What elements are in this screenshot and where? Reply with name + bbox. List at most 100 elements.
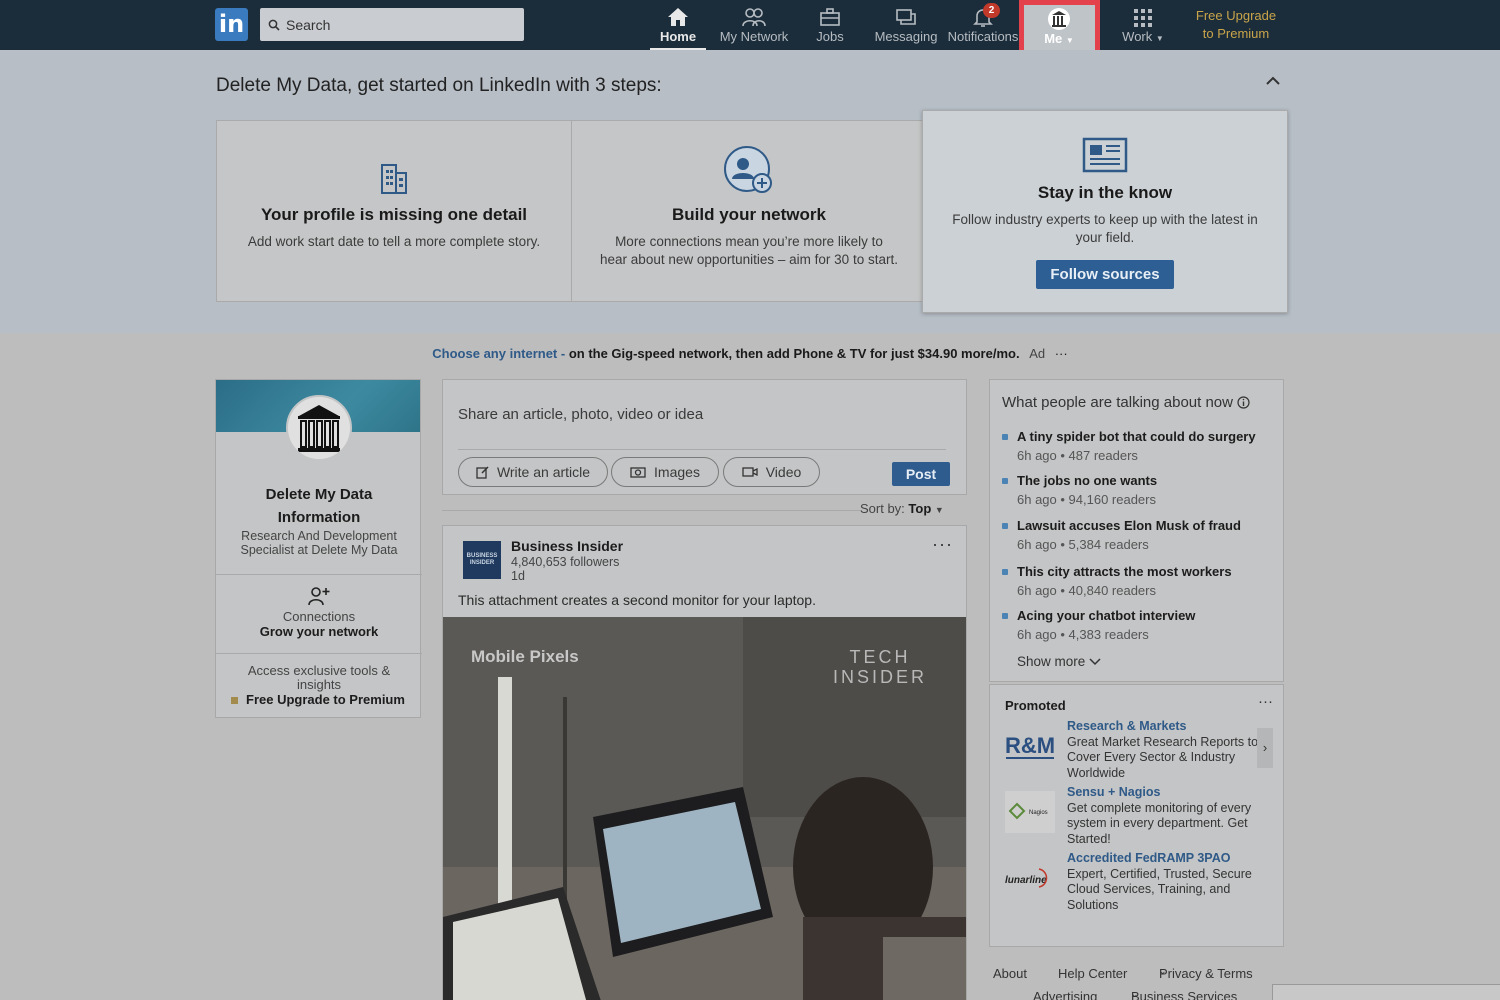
promoted-item[interactable]: Accredited FedRAMP 3PAO Expert, Certifie… [1067,851,1262,913]
newspaper-icon [1082,137,1128,173]
nav-home[interactable]: Home [650,0,706,50]
nagios-logo[interactable]: Nagios [1005,791,1055,833]
footer-about[interactable]: About [993,966,1027,981]
card-profile-title: Your profile is missing one detail [260,205,528,224]
bullet-icon [1002,523,1008,529]
profile-avatar[interactable] [286,395,352,461]
card-stay-in-know[interactable]: Stay in the know Follow industry experts… [922,110,1288,313]
nav-work-label-wrap: Work ▼ [1118,29,1168,44]
trending-item[interactable]: This city attracts the most workers 6h a… [1017,564,1232,598]
video-button[interactable]: Video [723,457,820,487]
research-markets-logo[interactable]: R&M [1005,727,1055,769]
free-upgrade-premium-link[interactable]: Free Upgrade to Premium [1188,7,1284,43]
post-video[interactable]: Mobile Pixels TECH INSIDER [443,617,966,1000]
trending-item-meta: 6h ago • 4,383 readers [1017,627,1149,642]
rm-logo-image: R&M [1005,733,1055,759]
promoted-item-name[interactable]: Sensu + Nagios [1067,785,1262,801]
nav-me-label: Me [1044,31,1063,46]
trending-title: What people are talking about now [1002,394,1250,411]
nav-notifications-label: Notifications [947,29,1019,44]
nav-messaging[interactable]: Messaging [870,0,942,50]
promoted-panel: Promoted ··· R&M Research & Markets Grea… [989,684,1284,947]
nav-jobs-label: Jobs [816,29,844,44]
trending-panel: What people are talking about now A tiny… [989,379,1284,682]
linkedin-logo[interactable]: in [215,8,248,41]
add-connection-icon [724,146,772,193]
lunarline-logo[interactable]: lunarline [1005,857,1055,899]
chevron-up-icon[interactable] [1264,74,1282,88]
edit-icon [476,465,489,479]
profile-title: Research And Development Specialist at D… [240,529,398,557]
sort-dropdown[interactable]: Sort by: Top ▼ [860,501,944,516]
ad-menu-icon[interactable]: ··· [1055,346,1068,361]
promoted-menu-icon[interactable]: ··· [1258,693,1273,710]
promoted-item[interactable]: Research & Markets Great Market Research… [1067,719,1262,781]
notifications-badge: 2 [983,3,1000,18]
promoted-item-text: Get complete monitoring of every system … [1067,800,1252,846]
nav-notifications[interactable]: Notifications 2 [943,0,1023,50]
post-button[interactable]: Post [892,462,950,486]
premium-line-1: Free Upgrade [1195,8,1277,23]
write-article-button[interactable]: Write an article [458,457,608,487]
profile-card: Delete My Data Information Research And … [215,379,422,718]
trending-item[interactable]: Lawsuit accuses Elon Musk of fraud 6h ag… [1017,518,1241,552]
post-text: This attachment creates a second monitor… [458,592,816,608]
footer-advertising[interactable]: Advertising [1033,989,1097,1000]
promoted-item-text: Expert, Certified, Trusted, Secure Cloud… [1067,866,1252,912]
ad-link[interactable]: Choose any internet - [432,346,565,361]
nav-my-network-label: My Network [719,29,789,44]
media-watermark-right: TECH INSIDER [833,647,927,687]
search-box[interactable] [260,8,524,41]
footer-business-label: Business Services [1131,989,1238,1000]
grow-network-link[interactable]: Grow your network [260,624,378,639]
nav-my-network[interactable]: My Network [713,0,795,50]
trending-item[interactable]: The jobs no one wants 6h ago • 94,160 re… [1017,473,1157,507]
images-button[interactable]: Images [611,457,719,487]
show-more-button[interactable]: Show more [1017,654,1101,669]
profile-name[interactable]: Delete My Data Information [216,483,422,529]
trending-item[interactable]: A tiny spider bot that could do surgery … [1017,429,1256,463]
info-icon[interactable] [1237,396,1250,409]
video-label: Video [765,464,802,480]
profile-upgrade-label: Free Upgrade to Premium [246,692,405,707]
divider [458,449,946,450]
connections-section[interactable]: Connections Grow your network [216,586,422,639]
card-profile-missing[interactable]: Your profile is missing one detail Add w… [216,120,572,302]
share-prompt[interactable]: Share an article, photo, video or idea [458,406,703,423]
home-icon [668,8,688,26]
media-watermark-left: Mobile Pixels [471,647,579,666]
nav-me[interactable]: Me ▼ [1029,4,1089,46]
trending-item-meta: 6h ago • 94,160 readers [1017,492,1156,507]
post-menu-icon[interactable]: ··· [932,534,953,555]
search-input[interactable] [286,16,506,33]
grid-icon [1134,9,1152,27]
trending-item-title: Lawsuit accuses Elon Musk of fraud [1017,518,1241,533]
promoted-title: Promoted [1005,698,1066,713]
profile-upgrade-link[interactable]: Free Upgrade to Premium [231,692,405,707]
sort-label: Sort by: [860,501,905,516]
promoted-item[interactable]: Sensu + Nagios Get complete monitoring o… [1067,785,1262,847]
trending-item[interactable]: Acing your chatbot interview 6h ago • 4,… [1017,608,1195,642]
trending-item-title: A tiny spider bot that could do surgery [1017,429,1256,444]
footer-help-center[interactable]: Help Center [1058,966,1127,981]
access-text: Access exclusive tools & insights [247,663,391,692]
divider [216,574,422,575]
business-insider-logo[interactable]: BUSINESS INSIDER [463,541,501,579]
follow-sources-button[interactable]: Follow sources [1036,260,1174,289]
chevron-down-icon: ⌄ [1159,966,1167,976]
nagios-logo-image: Nagios [1008,802,1048,820]
nav-work[interactable]: Work ▼ [1118,0,1168,50]
nagios-logo-text: Nagios [1029,810,1048,816]
footer-privacy-label: Privacy & Terms [1159,966,1253,981]
messaging-panel[interactable] [1272,984,1500,1000]
ad-tag: Ad [1029,346,1046,361]
premium-line-2: to Premium [1202,26,1270,41]
post-author[interactable]: Business Insider [511,538,623,554]
card-build-network[interactable]: Build your network More connections mean… [571,120,927,302]
nav-jobs[interactable]: Jobs [808,0,852,50]
ad-banner[interactable]: Choose any internet - on the Gig-speed n… [0,346,1500,361]
promoted-item-name[interactable]: Research & Markets [1067,719,1262,735]
chevron-right-icon[interactable]: › [1257,728,1273,768]
promoted-item-name[interactable]: Accredited FedRAMP 3PAO [1067,851,1262,867]
caret-down-icon: ▼ [1155,34,1164,43]
